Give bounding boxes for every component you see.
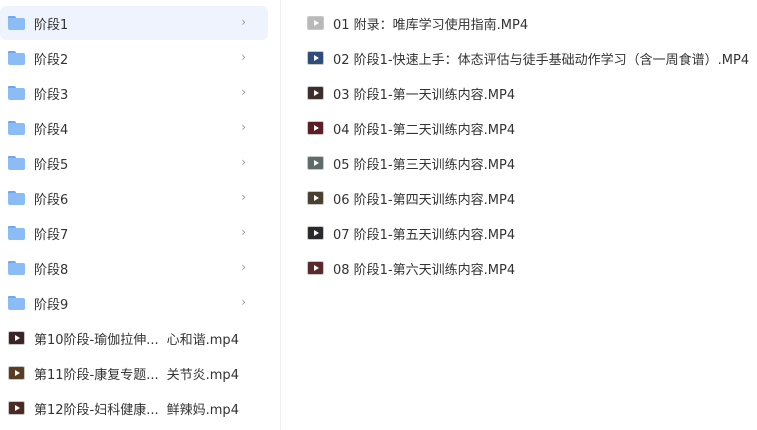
folder-icon [8,86,25,100]
file-name: 01 附录：唯库学习使用指南.MP4 [333,17,529,33]
video-thumbnail-icon [8,366,25,380]
chevron-right-icon: › [241,295,246,309]
folder-label: 阶段9 [34,297,69,313]
sidebar-folder-6[interactable]: 阶段6 › [0,181,268,215]
file-list: 01 附录：唯库学习使用指南.MP4 02 阶段1-快速上手：体态评估与徒手基础… [300,0,757,430]
folder-icon [8,226,25,240]
folder-label: 阶段8 [34,262,69,278]
sidebar-video-file-12[interactable]: 第12阶段-妇科健康... 鲜辣妈.mp4 [0,391,268,425]
folder-icon [8,16,25,30]
file-name: 02 阶段1-快速上手：体态评估与徒手基础动作学习（含一周食谱）.MP4 [333,52,750,68]
folder-label: 阶段3 [34,87,69,103]
folder-icon [8,121,25,135]
video-thumbnail-icon [307,16,324,30]
video-thumbnail-icon [307,86,324,100]
video-thumbnail-icon [307,156,324,170]
video-file-05[interactable]: 05 阶段1-第三天训练内容.MP4 [300,146,757,180]
file-name-start: 第12阶段-妇科健康... [34,402,159,418]
file-name: 08 阶段1-第六天训练内容.MP4 [333,262,516,278]
sidebar-video-file-10[interactable]: 第10阶段-瑜伽拉伸... 心和谐.mp4 [0,321,268,355]
video-file-06[interactable]: 06 阶段1-第四天训练内容.MP4 [300,181,757,215]
folder-label: 阶段6 [34,192,69,208]
folder-label: 阶段5 [34,157,69,173]
sidebar: 阶段1 › 阶段2 › 阶段3 › 阶段4 › 阶段5 › 阶段6 › 阶段7 … [0,0,280,430]
folder-label: 阶段4 [34,122,69,138]
video-thumbnail-icon [307,261,324,275]
chevron-right-icon: › [241,190,246,204]
chevron-right-icon: › [241,85,246,99]
video-thumbnail-icon [307,51,324,65]
video-file-03[interactable]: 03 阶段1-第一天训练内容.MP4 [300,76,757,110]
file-name: 03 阶段1-第一天训练内容.MP4 [333,87,516,103]
file-name-start: 第10阶段-瑜伽拉伸... [34,332,159,348]
file-name: 06 阶段1-第四天训练内容.MP4 [333,192,516,208]
folder-label: 阶段1 [34,17,69,33]
sidebar-folder-4[interactable]: 阶段4 › [0,111,268,145]
folder-label: 阶段7 [34,227,69,243]
video-file-08[interactable]: 08 阶段1-第六天训练内容.MP4 [300,251,757,285]
sidebar-folder-9[interactable]: 阶段9 › [0,286,268,320]
video-file-07[interactable]: 07 阶段1-第五天训练内容.MP4 [300,216,757,250]
folder-icon [8,156,25,170]
file-name-start: 第11阶段-康复专题... [34,367,159,383]
folder-icon [8,261,25,275]
sidebar-folder-5[interactable]: 阶段5 › [0,146,268,180]
file-name-end: 心和谐.mp4 [166,332,239,348]
file-name: 04 阶段1-第二天训练内容.MP4 [333,122,516,138]
file-browser: 阶段1 › 阶段2 › 阶段3 › 阶段4 › 阶段5 › 阶段6 › 阶段7 … [0,0,757,430]
chevron-right-icon: › [241,15,246,29]
sidebar-folder-2[interactable]: 阶段2 › [0,41,268,75]
folder-label: 阶段2 [34,52,69,68]
folder-icon [8,191,25,205]
chevron-right-icon: › [241,155,246,169]
chevron-right-icon: › [241,225,246,239]
file-name-end: 鲜辣妈.mp4 [166,402,239,418]
folder-icon [8,51,25,65]
file-name: 07 阶段1-第五天训练内容.MP4 [333,227,516,243]
video-thumbnail-icon [307,121,324,135]
chevron-right-icon: › [241,120,246,134]
folder-icon [8,296,25,310]
sidebar-folder-3[interactable]: 阶段3 › [0,76,268,110]
video-thumbnail-icon [307,226,324,240]
sidebar-folder-7[interactable]: 阶段7 › [0,216,268,250]
pane-divider[interactable] [280,0,281,430]
video-file-04[interactable]: 04 阶段1-第二天训练内容.MP4 [300,111,757,145]
file-name: 05 阶段1-第三天训练内容.MP4 [333,157,516,173]
sidebar-folder-8[interactable]: 阶段8 › [0,251,268,285]
video-thumbnail-icon [8,401,25,415]
video-file-01[interactable]: 01 附录：唯库学习使用指南.MP4 [300,6,757,40]
sidebar-video-file-11[interactable]: 第11阶段-康复专题... 关节炎.mp4 [0,356,268,390]
video-file-02[interactable]: 02 阶段1-快速上手：体态评估与徒手基础动作学习（含一周食谱）.MP4 [300,41,757,75]
video-thumbnail-icon [8,331,25,345]
chevron-right-icon: › [241,50,246,64]
video-thumbnail-icon [307,191,324,205]
sidebar-folder-1[interactable]: 阶段1 › [0,6,268,40]
chevron-right-icon: › [241,260,246,274]
file-name-end: 关节炎.mp4 [166,367,239,383]
